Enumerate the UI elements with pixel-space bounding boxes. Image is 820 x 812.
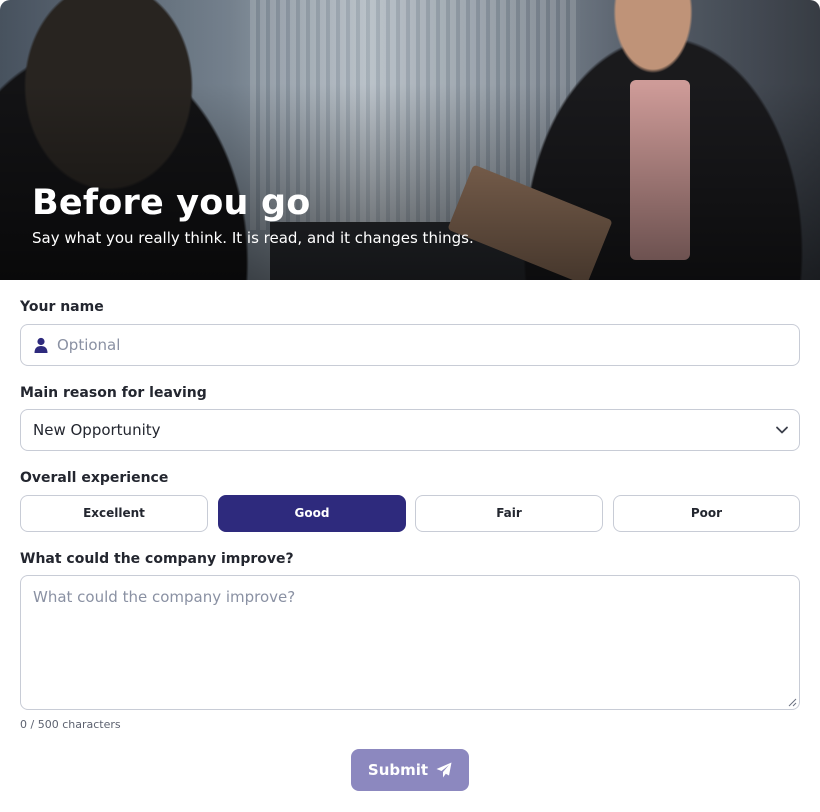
improve-field[interactable] [20,575,800,710]
experience-good-button[interactable]: Good [218,495,406,532]
reason-select[interactable]: New Opportunity [20,409,800,451]
chevron-down-icon [776,426,788,434]
experience-fair-button[interactable]: Fair [415,495,603,532]
reason-selected-value: New Opportunity [33,421,161,439]
hero-banner: Before you go Say what you really think.… [0,0,820,280]
paper-plane-icon [436,762,452,778]
submit-label: Submit [367,761,429,779]
experience-poor-button[interactable]: Poor [613,495,800,532]
character-counter: 0 / 500 characters [20,718,121,731]
improve-textarea[interactable] [21,576,799,709]
page-title: Before you go [32,183,311,223]
name-field[interactable] [20,324,800,366]
submit-button[interactable]: Submit [351,749,469,791]
name-input[interactable] [57,325,787,365]
reason-label: Main reason for leaving [20,385,207,401]
experience-excellent-button[interactable]: Excellent [20,495,208,532]
name-label: Your name [20,299,104,315]
improve-label: What could the company improve? [20,551,294,567]
experience-label: Overall experience [20,470,169,486]
user-icon [34,337,48,353]
resize-grip-icon[interactable] [787,697,797,707]
page-subtitle: Say what you really think. It is read, a… [32,229,474,247]
